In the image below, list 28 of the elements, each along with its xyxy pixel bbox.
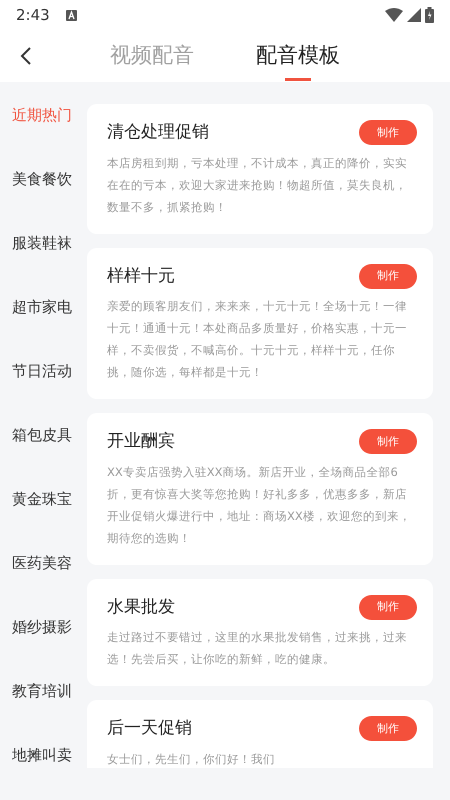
template-text: 走过路过不要错过，这里的水果批发销售，过来挑，过来选！先尝后买，让你吃的新鲜，吃的健康。 — [107, 629, 408, 668]
wifi-icon — [385, 8, 403, 22]
template-title: 样样十元 — [107, 264, 175, 288]
status-time: 2:43 — [16, 4, 50, 26]
category-item[interactable]: 地摊叫卖 — [12, 744, 72, 767]
category-item[interactable]: 节日活动 — [12, 360, 72, 383]
template-text: 本店房租到期，亏本处理，不计成本，真正的降价，实实在在的亏本，欢迎大家进来抢购！物超所值，莫失良机，数量不多，抓紧抢购！ — [107, 154, 408, 216]
template-text: 亲爱的顾客朋友们，来来来，十元十元！全场十元！一律十元！通通十元！本处商品多质量好，价格实惠，十元一样，不卖假货，不喊高价。十元十元，样样十元，任你挑，随你选，每样都是十元！ — [107, 298, 408, 381]
template-title: 清仓处理促销 — [107, 121, 209, 144]
notification-icon — [66, 10, 77, 20]
battery-icon — [425, 7, 434, 23]
template-text: 女士们，先生们，你们好！我们 — [107, 750, 276, 768]
category-item[interactable]: 黄金珠宝 — [12, 488, 72, 511]
back-icon — [20, 46, 32, 66]
category-item[interactable]: 超市家电 — [12, 296, 72, 319]
signal-icon — [407, 8, 421, 22]
category-item[interactable]: 服装鞋袜 — [12, 232, 72, 255]
tab[interactable]: 配音模板 — [256, 30, 340, 82]
template-title: 开业酬宾 — [107, 430, 175, 453]
template-title: 水果批发 — [107, 596, 175, 618]
category-item[interactable]: 婚纱摄影 — [12, 616, 72, 639]
category-item[interactable]: 教育培训 — [12, 680, 72, 703]
template-title: 后一天促销 — [107, 717, 192, 740]
category-item[interactable]: 箱包皮具 — [12, 424, 72, 447]
category-item[interactable]: 医药美容 — [12, 552, 72, 575]
template-text: XX专卖店强势入驻XX商场。新店开业，全场商品全部6折，更有惊喜大奖等您抢购！好礼多多，优惠多多，新店开业促销火爆进行中，地址：商场XX楼，欢迎您的到来，期待您的选购！ — [107, 464, 412, 546]
category-item[interactable]: 美食餐饮 — [12, 168, 72, 191]
tab-indicator — [285, 78, 311, 81]
